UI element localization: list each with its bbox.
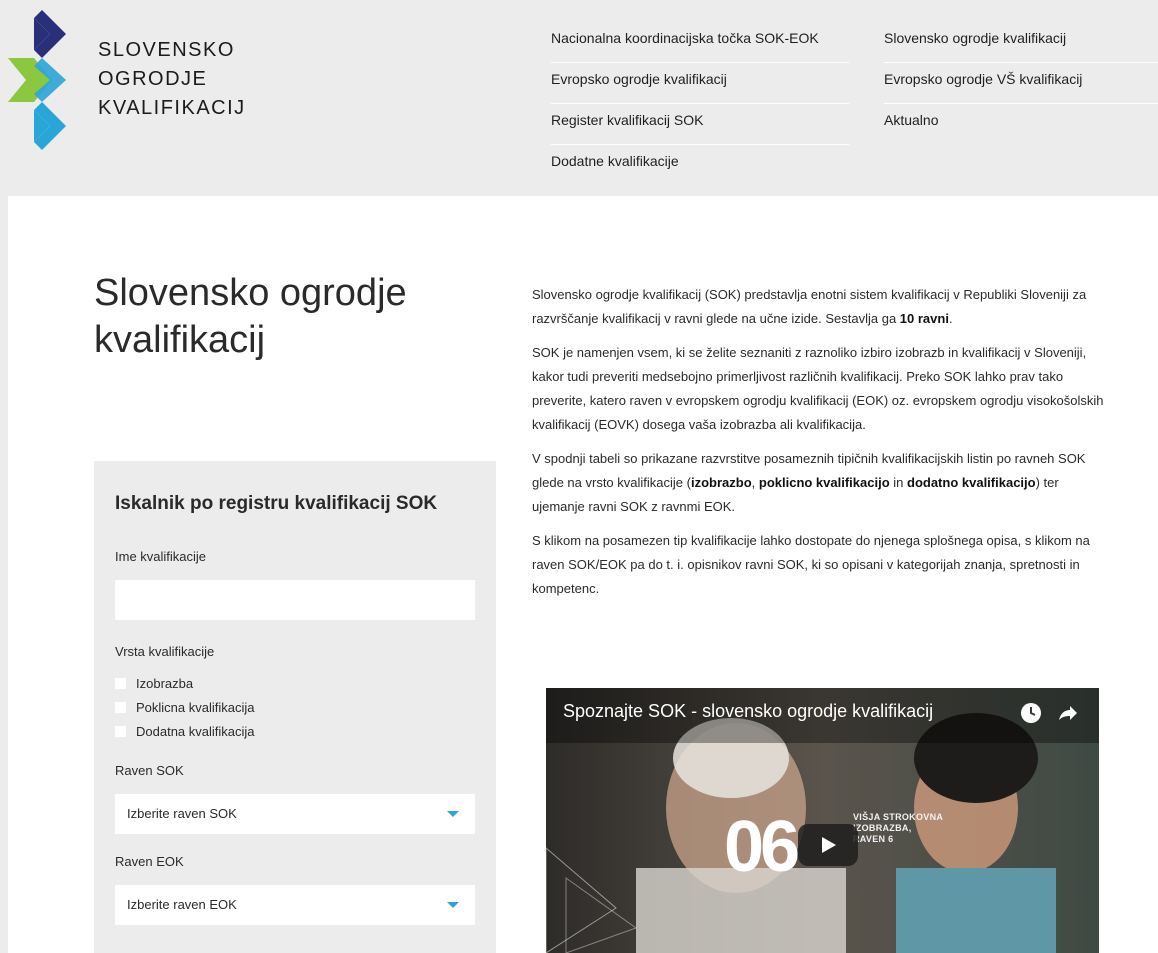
brand-line-3: KVALIFIKACIJ [98, 97, 246, 119]
nav-item-dodatne[interactable]: Dodatne kvalifikacije [551, 145, 849, 185]
brand-name[interactable]: SLOVENSKO OGRODJE KVALIFIKACIJ [98, 36, 246, 123]
text-bold: 10 ravni [899, 311, 949, 326]
brand-line-1: SLOVENSKO [98, 39, 235, 61]
logo-icon[interactable] [8, 10, 88, 150]
text-segment: Slovensko ogrodje kvalifikacij (SOK) pre… [532, 287, 1087, 326]
search-title: Iskalnik po registru kvalifikacij SOK [115, 493, 438, 514]
intro-paragraph-2: SOK je namenjen vsem, ki se želite sezna… [532, 345, 1104, 432]
checkbox-label: Izobrazba [136, 675, 194, 691]
page-title: Slovensko ogrodje kvalifikacij [94, 272, 407, 361]
main-nav-right: Slovensko ogrodje kvalifikacij Evropsko … [884, 22, 1158, 144]
nav-item-sok[interactable]: Slovensko ogrodje kvalifikacij [884, 22, 1158, 63]
clock-icon[interactable] [1020, 702, 1042, 724]
site-header: SLOVENSKO OGRODJE KVALIFIKACIJ Nacionaln… [0, 0, 1158, 196]
checkbox-box[interactable] [115, 677, 126, 689]
text-segment: in [889, 475, 907, 490]
nav-item-sok-eok[interactable]: Nacionalna koordinacijska točka SOK-EOK [551, 22, 849, 63]
checkbox-izobrazba[interactable]: Izobrazba [115, 671, 475, 695]
sok-level-value: Izberite raven SOK [127, 806, 237, 821]
nav-item-eok-vs[interactable]: Evropsko ogrodje VŠ kvalifikacij [884, 63, 1158, 104]
left-border [0, 196, 8, 953]
link-poklicno[interactable]: poklicno kvalifikacijo [759, 475, 890, 490]
text-segment: , [751, 475, 759, 490]
level-caption: VIŠJA STROKOVNA IZOBRAZBA, RAVEN 6 [853, 812, 943, 845]
eok-level-value: Izberite raven EOK [127, 897, 237, 912]
checkbox-dodatna[interactable]: Dodatna kvalifikacija [115, 719, 475, 743]
intro-paragraph-4: S klikom na posamezen tip kvalifikacije … [532, 533, 1090, 596]
sok-level-label: Raven SOK [115, 763, 184, 778]
level-caption-line-3: RAVEN 6 [853, 834, 894, 844]
brand-line-2: OGRODJE [98, 68, 208, 90]
text-segment: . [948, 311, 953, 326]
intro-paragraph-1: Slovensko ogrodje kvalifikacij (SOK) pre… [532, 283, 1104, 331]
checkbox-label: Poklicna kvalifikacija [136, 699, 255, 715]
intro-paragraph-3: V spodnji tabeli so prikazane razvrstitv… [532, 447, 1104, 519]
qualification-name-input[interactable] [115, 580, 475, 620]
link-dodatno[interactable]: dodatno kvalifikacijo [907, 475, 1036, 490]
type-label: Vrsta kvalifikacije [115, 644, 215, 659]
chevron-down-icon [447, 811, 459, 817]
share-icon[interactable] [1056, 702, 1078, 724]
link-izobrazbo[interactable]: izobrazbo [691, 475, 752, 490]
video-title[interactable]: Spoznajte SOK - slovensko ogrodje kvalif… [563, 701, 933, 722]
nav-item-register[interactable]: Register kvalifikacij SOK [551, 104, 849, 145]
level-caption-line-2: IZOBRAZBA, [853, 823, 912, 833]
eok-level-select[interactable]: Izberite raven EOK [115, 885, 475, 925]
sok-level-select[interactable]: Izberite raven SOK [115, 794, 475, 834]
nav-item-aktualno[interactable]: Aktualno [884, 104, 1158, 144]
video-thumbnail [546, 688, 1099, 953]
level-caption-line-1: VIŠJA STROKOVNA [853, 812, 944, 822]
type-checkboxes: Izobrazba Poklicna kvalifikacija Dodatna… [115, 671, 475, 743]
video-player[interactable]: Spoznajte SOK - slovensko ogrodje kvalif… [546, 688, 1099, 953]
intro-text: Slovensko ogrodje kvalifikacij (SOK) pre… [532, 283, 1104, 611]
play-icon[interactable] [798, 824, 858, 866]
nav-item-eok[interactable]: Evropsko ogrodje kvalifikacij [551, 63, 849, 104]
name-label: Ime kvalifikacije [115, 549, 207, 564]
eok-level-label: Raven EOK [115, 854, 184, 869]
checkbox-poklicna[interactable]: Poklicna kvalifikacija [115, 695, 475, 719]
main-nav-left: Nacionalna koordinacijska točka SOK-EOK … [551, 22, 849, 185]
checkbox-box[interactable] [115, 701, 126, 713]
chevron-down-icon [447, 902, 459, 908]
level-number: 06 [724, 807, 800, 887]
checkbox-label: Dodatna kvalifikacija [136, 723, 255, 739]
checkbox-box[interactable] [115, 725, 126, 737]
search-panel: Iskalnik po registru kvalifikacij SOK Im… [94, 461, 496, 953]
